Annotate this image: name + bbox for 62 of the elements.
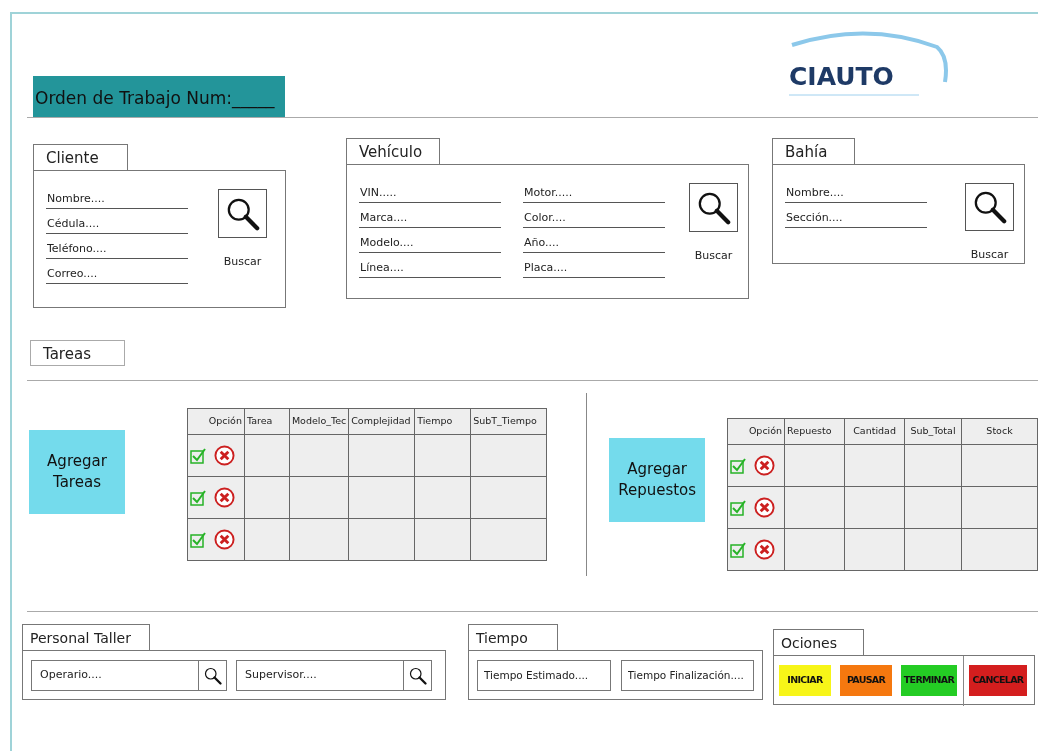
search-button[interactable]: [218, 189, 267, 238]
input-field[interactable]: Cédula....: [46, 214, 188, 234]
action-button[interactable]: CANCELAR: [969, 665, 1027, 696]
checkbox-icon[interactable]: [189, 489, 206, 506]
search-icon: [696, 190, 731, 225]
input-field[interactable]: VIN.....: [359, 183, 501, 203]
input-field[interactable]: Tiempo Estimado....: [477, 660, 611, 691]
search-label: Buscar: [694, 248, 733, 264]
search-button[interactable]: [404, 660, 432, 691]
input-field[interactable]: Supervisor....: [236, 660, 405, 691]
delete-icon[interactable]: [754, 455, 776, 476]
column-header: Opción: [187, 408, 245, 435]
column-header: Opción: [727, 418, 785, 445]
delete-icon[interactable]: [754, 497, 776, 518]
search-button[interactable]: [689, 183, 738, 232]
column-header: Modelo_Tec: [289, 408, 349, 435]
delete-icon[interactable]: [213, 529, 235, 550]
column-header: Complejidad: [348, 408, 415, 435]
search-label: Buscar: [223, 254, 262, 270]
search-icon: [225, 196, 260, 231]
delete-icon[interactable]: [213, 487, 235, 508]
input-field[interactable]: Nombre....: [46, 189, 188, 209]
search-icon: [408, 666, 427, 685]
checkbox-icon[interactable]: [189, 447, 206, 464]
input-field[interactable]: Marca....: [359, 208, 501, 228]
column-header: Tiempo: [414, 408, 471, 435]
input-field[interactable]: Modelo....: [359, 233, 501, 253]
input-field[interactable]: Color....: [523, 208, 665, 228]
checkbox-icon[interactable]: [730, 499, 747, 516]
add-button[interactable]: Agregar Repuestos: [609, 438, 706, 522]
input-field[interactable]: Operario....: [31, 660, 200, 691]
action-button[interactable]: TERMINAR: [901, 665, 957, 696]
search-button[interactable]: [199, 660, 227, 691]
column-header: SubT_Tiempo: [470, 408, 547, 435]
input-field[interactable]: Motor.....: [523, 183, 665, 203]
checkbox-icon[interactable]: [189, 531, 206, 548]
action-button[interactable]: PAUSAR: [840, 665, 892, 696]
action-button[interactable]: INICIAR: [779, 665, 831, 696]
checkbox-icon[interactable]: [730, 457, 747, 474]
logo: CIAUTO: [787, 27, 952, 107]
input-field[interactable]: Año....: [523, 233, 665, 253]
order-title: Orden de Trabajo Num:_____: [33, 76, 285, 117]
search-icon: [972, 189, 1007, 224]
search-icon: [203, 666, 222, 685]
column-header: Stock: [961, 418, 1038, 445]
add-button[interactable]: Agregar Tareas: [29, 430, 125, 514]
input-field[interactable]: Teléfono....: [46, 239, 188, 259]
checkbox-icon[interactable]: [730, 541, 747, 558]
input-field[interactable]: Sección....: [785, 208, 927, 228]
input-field[interactable]: Nombre....: [785, 183, 927, 203]
column-header: Repuesto: [784, 418, 845, 445]
input-field[interactable]: Tiempo Finalización....: [620, 660, 754, 691]
search-label: Buscar: [970, 246, 1009, 263]
delete-icon[interactable]: [213, 445, 235, 466]
input-field[interactable]: Placa....: [523, 258, 665, 278]
column-header: Tarea: [244, 408, 290, 435]
input-field[interactable]: Correo....: [46, 264, 188, 284]
search-button[interactable]: [965, 183, 1014, 231]
column-header: Sub_Total: [904, 418, 962, 445]
delete-icon[interactable]: [754, 539, 776, 560]
input-field[interactable]: Línea....: [359, 258, 501, 278]
column-header: Cantidad: [844, 418, 905, 445]
